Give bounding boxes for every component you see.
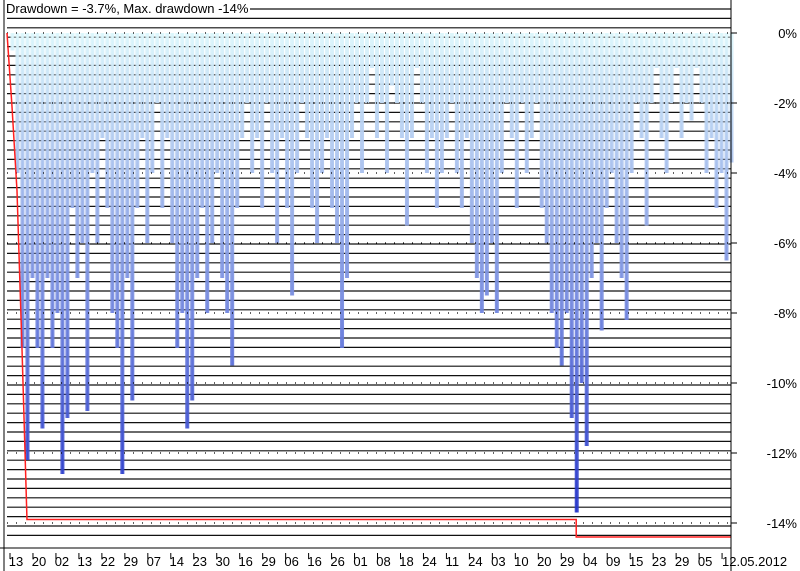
- x-tick-label: 14: [170, 554, 184, 569]
- drawdown-chart: 0% -2% -4% -6% -8% -10% -12% -14% 13 20 02 13 22 29 0…: [0, 0, 800, 571]
- x-tick-label: 10: [514, 554, 528, 569]
- y-tick-label: -12%: [767, 446, 798, 461]
- x-tick-label: 29: [124, 554, 138, 569]
- y-tick-label: 0%: [778, 26, 797, 41]
- x-tick-label: 01: [353, 554, 367, 569]
- x-tick-label: 07: [147, 554, 161, 569]
- y-tick-label: -2%: [774, 96, 798, 111]
- y-tick-label: -4%: [774, 166, 798, 181]
- x-tick-label: 04: [583, 554, 597, 569]
- y-tick-label: -14%: [767, 516, 798, 531]
- x-tick-label: 05: [698, 554, 712, 569]
- x-tick-label: 18: [399, 554, 413, 569]
- x-tick-label: 09: [606, 554, 620, 569]
- x-tick-label: 13: [78, 554, 92, 569]
- x-tick-label: 08: [376, 554, 390, 569]
- x-tick-label: 16: [238, 554, 252, 569]
- y-tick-label: -10%: [767, 376, 798, 391]
- x-tick-label: 26: [330, 554, 344, 569]
- x-tick-label: 20: [32, 554, 46, 569]
- x-tick-label: 12.05.2012: [722, 554, 787, 569]
- x-tick-label: 15: [629, 554, 643, 569]
- x-tick-label: 24: [422, 554, 436, 569]
- x-axis-labels: 13 20 02 13 22 29 07 14 23 30 16 29 06 16 26 01 08 18 24 11…: [9, 553, 787, 569]
- x-tick-label: 22: [101, 554, 115, 569]
- x-tick-label: 16: [307, 554, 321, 569]
- x-tick-label: 02: [55, 554, 69, 569]
- y-tick-label: -8%: [774, 306, 798, 321]
- chart-title: Drawdown = -3.7%, Max. drawdown -14%: [6, 1, 251, 16]
- x-tick-label: 30: [215, 554, 229, 569]
- x-tick-label: 24: [468, 554, 482, 569]
- x-tick-label: 23: [193, 554, 207, 569]
- x-tick-label: 20: [537, 554, 551, 569]
- x-tick-label: 03: [491, 554, 505, 569]
- x-tick-label: 29: [560, 554, 574, 569]
- x-tick-label: 11: [446, 554, 460, 569]
- chart-canvas: 0% -2% -4% -6% -8% -10% -12% -14% 13 20 02 13 22 29 0…: [0, 0, 798, 571]
- x-tick-label: 13: [9, 554, 23, 569]
- x-tick-label: 23: [652, 554, 666, 569]
- y-tick-label: -6%: [774, 236, 798, 251]
- x-tick-label: 29: [261, 554, 275, 569]
- y-axis-labels: 0% -2% -4% -6% -8% -10% -12% -14%: [767, 26, 798, 531]
- x-tick-label: 06: [284, 554, 298, 569]
- x-tick-label: 29: [675, 554, 689, 569]
